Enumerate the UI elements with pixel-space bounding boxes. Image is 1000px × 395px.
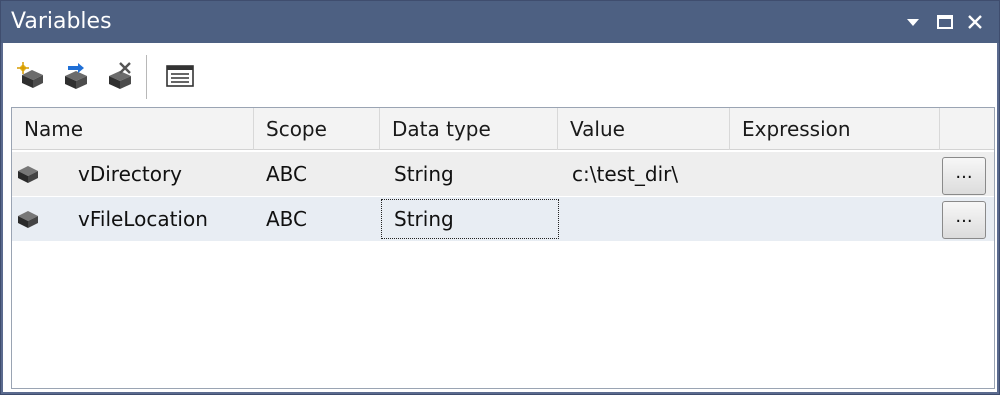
column-header-blank [940, 108, 994, 150]
window-title: Variables [11, 9, 112, 34]
move-variable-icon[interactable] [59, 59, 93, 93]
delete-variable-icon[interactable] [103, 59, 137, 93]
maximize-icon[interactable] [933, 11, 957, 33]
table-row[interactable]: vFileLocation ABC String ... [12, 197, 994, 241]
column-header-scope[interactable]: Scope [254, 108, 380, 150]
column-header-data-type[interactable]: Data type [380, 108, 558, 150]
close-icon[interactable] [963, 11, 987, 33]
variables-window: Variables Name Scope Data type Value Exp… [0, 0, 1000, 395]
cell-scope[interactable]: ABC [266, 152, 307, 196]
dropdown-arrow-icon[interactable] [901, 11, 925, 33]
cell-data-type[interactable]: String [394, 197, 454, 241]
cell-data-type[interactable]: String [394, 152, 454, 196]
table-row[interactable]: vDirectory ABC String c:\test_dir\ ... [12, 152, 994, 196]
column-header-value[interactable]: Value [558, 108, 730, 150]
title-bar[interactable]: Variables [1, 1, 999, 43]
toolbar-separator [146, 55, 147, 99]
variables-grid: Name Scope Data type Value Expression vD… [11, 107, 995, 389]
window-client-area: Name Scope Data type Value Expression vD… [3, 43, 997, 392]
cell-value[interactable]: c:\test_dir\ [572, 152, 678, 196]
variable-icon [18, 166, 38, 183]
toolbar [3, 43, 997, 103]
cell-scope[interactable]: ABC [266, 197, 307, 241]
grid-options-icon[interactable] [163, 59, 197, 93]
column-header-expression[interactable]: Expression [730, 108, 940, 150]
cell-name[interactable]: vDirectory [78, 152, 182, 196]
column-header-name[interactable]: Name [12, 108, 254, 150]
grid-header: Name Scope Data type Value Expression [12, 108, 994, 150]
variable-icon [18, 211, 38, 228]
expression-ellipsis-button[interactable]: ... [942, 157, 986, 195]
cell-name[interactable]: vFileLocation [78, 197, 208, 241]
add-variable-icon[interactable] [15, 59, 49, 93]
expression-ellipsis-button[interactable]: ... [942, 201, 986, 239]
